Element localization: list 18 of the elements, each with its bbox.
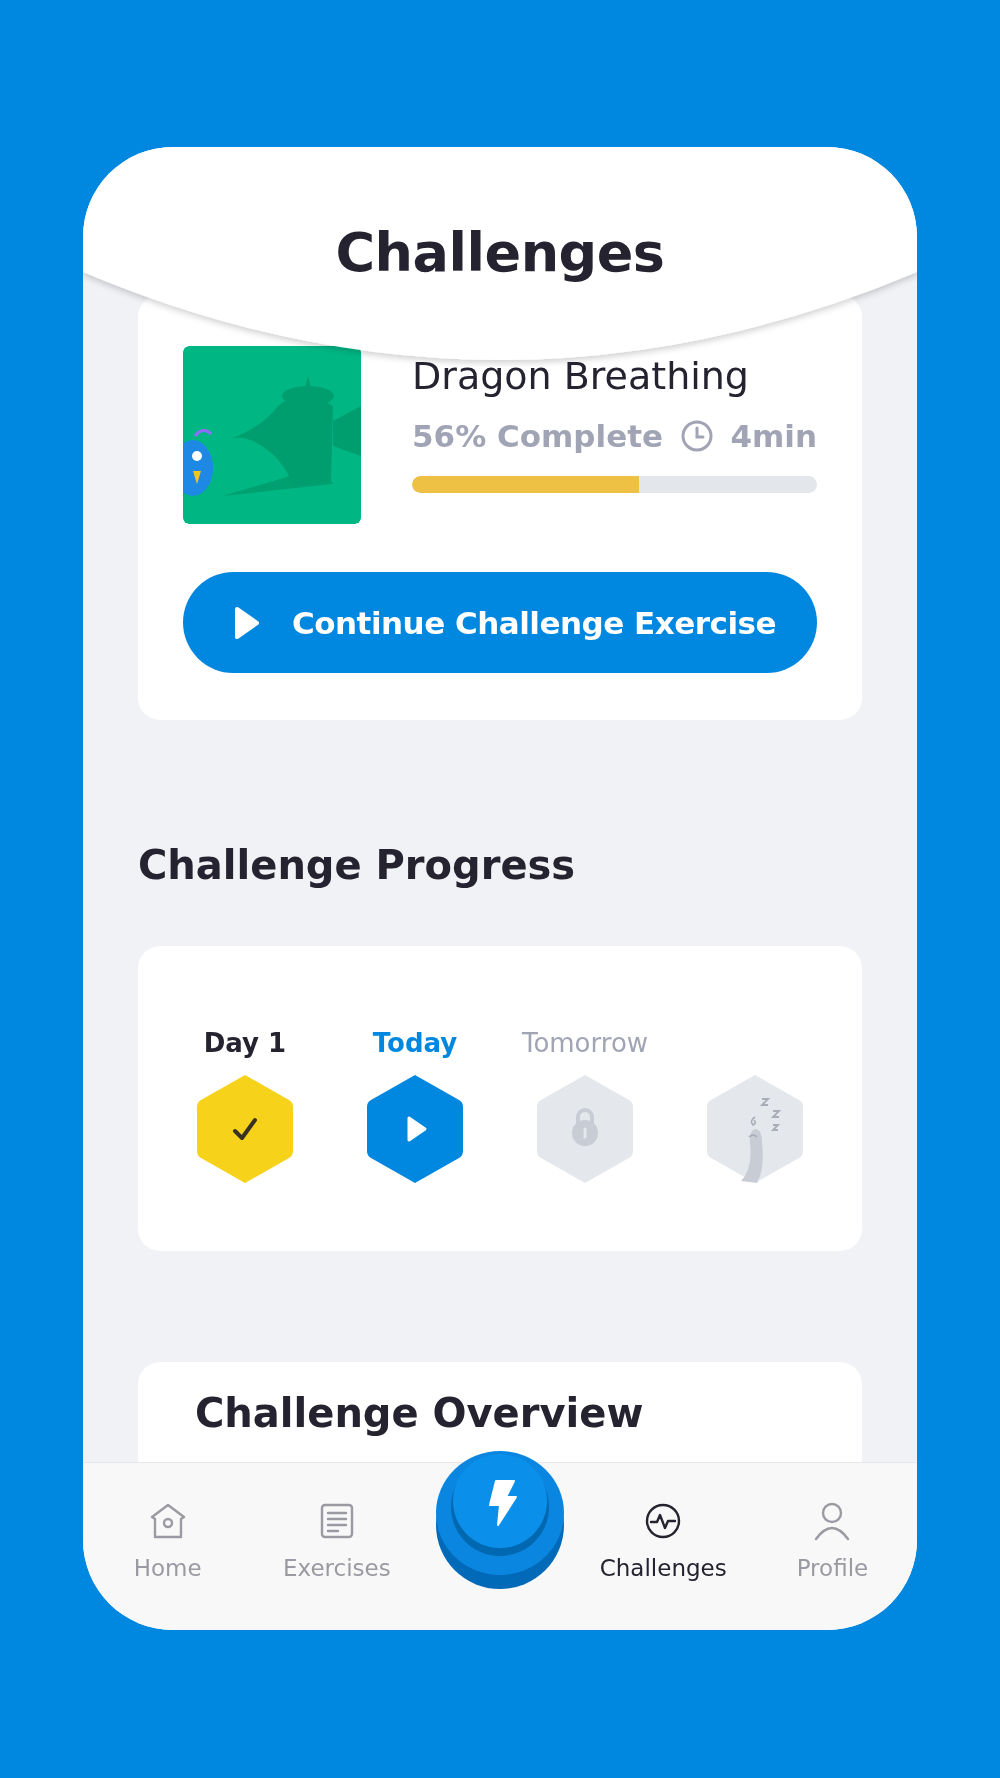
continue-button[interactable]: Continue Challenge Exercise bbox=[183, 572, 817, 673]
section-heading: Challenge Overview bbox=[195, 1390, 645, 1436]
screen-title: Challenges bbox=[335, 221, 665, 284]
clock-icon bbox=[680, 419, 715, 453]
section-heading: Challenge Progress bbox=[138, 841, 577, 890]
hexagon-play-icon[interactable] bbox=[365, 1073, 465, 1185]
play-icon bbox=[233, 605, 260, 640]
duration-text: 4min bbox=[730, 418, 817, 454]
completion-text: 56% Complete bbox=[412, 418, 664, 454]
exercise-title: Dragon Breathing bbox=[412, 354, 750, 398]
nav-tab[interactable]: Profile bbox=[747, 1463, 917, 1630]
day-label: Tomorrow bbox=[521, 1027, 649, 1059]
day-label: Day 1 bbox=[203, 1027, 287, 1059]
day-label: Today bbox=[372, 1027, 458, 1059]
action-button[interactable] bbox=[434, 1449, 566, 1591]
nav-tab[interactable]: Challenges bbox=[578, 1463, 748, 1630]
nav-tab[interactable]: Exercises bbox=[252, 1463, 422, 1630]
nav-tab[interactable]: Home bbox=[83, 1463, 253, 1630]
